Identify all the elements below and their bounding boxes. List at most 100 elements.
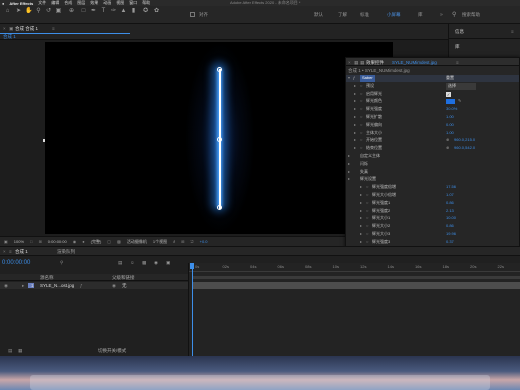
tab-menu-icon[interactable]: ≡ (52, 26, 55, 31)
effect-row[interactable]: ▸ 辉光设置 (346, 176, 519, 183)
workspace-default[interactable]: 默认 (314, 12, 323, 18)
roi-icon[interactable]: ▢ (107, 239, 111, 244)
disclosure-triangle-icon[interactable]: ▸ (360, 215, 362, 222)
show-channel-icon[interactable]: ● (82, 239, 84, 244)
eyedropper-icon[interactable]: ✎ (458, 98, 461, 105)
point-target-icon[interactable]: ⊕ (446, 137, 449, 144)
toggle-switches-modes[interactable]: 切换开关/模式 (98, 348, 126, 354)
type-tool-icon[interactable]: T (100, 8, 107, 15)
effect-row-value[interactable]: 0.00 (446, 122, 454, 129)
disclosure-triangle-icon[interactable]: ▸ (360, 239, 362, 246)
pen-tool-icon[interactable]: ✒ (90, 8, 97, 15)
composition-tab[interactable]: 合成 合成 1 (15, 26, 38, 32)
effect-row[interactable]: ▸ ○ 辉光大小3 19.96 (346, 231, 519, 238)
selection-tool-icon[interactable]: ➤ (15, 8, 22, 15)
composition-canvas[interactable] (45, 42, 393, 234)
effect-row-value[interactable]: 1.00 (446, 114, 454, 121)
camera-dropdown[interactable]: 活动摄像机 (127, 239, 147, 245)
disclosure-triangle-icon[interactable]: ▸ (360, 231, 362, 238)
layer-row[interactable]: ◉ ▸ 1 SYLE_N...ost.jpg ƒ ◉ 无 (0, 282, 188, 289)
brush-tool-icon[interactable]: ✑ (110, 8, 117, 15)
enable-glow-checkbox[interactable]: ✓ (446, 91, 451, 97)
effect-row[interactable]: ▸ 失真 (346, 169, 519, 176)
effect-row[interactable]: ▸ ○ 辉光强度1 0.86 (346, 200, 519, 207)
stopwatch-icon[interactable]: ○ (366, 215, 368, 222)
effect-row[interactable]: ▸ ○ 辉光扩散 1.00 (346, 114, 519, 121)
stopwatch-icon[interactable]: ○ (360, 130, 362, 137)
search-icon[interactable]: ⚲ (452, 11, 456, 18)
point-target-icon[interactable]: ⊕ (446, 145, 449, 152)
effect-controls-layer[interactable]: SYLE_NUMimdest.jpg (392, 60, 437, 65)
disclosure-triangle-icon[interactable]: ▸ (360, 208, 362, 215)
effect-row[interactable]: ▾ ƒ Saber 重置 (346, 75, 519, 82)
library-tab[interactable]: 库 (455, 44, 460, 50)
stopwatch-icon[interactable]: ○ (366, 184, 368, 191)
lock-icon[interactable]: ▦ (354, 60, 358, 66)
parent-link-column[interactable]: 父级和链接 (112, 275, 135, 281)
timeline-search-icon[interactable]: ⚲ (60, 260, 63, 266)
saber-end-point-handle[interactable] (217, 205, 222, 210)
stopwatch-icon[interactable]: ○ (366, 231, 368, 238)
glow-color-swatch[interactable] (446, 99, 455, 105)
effect-row-value[interactable]: 1.07 (446, 192, 454, 199)
timeline-icon[interactable]: ⊞ (181, 239, 184, 244)
timeline-comp-tab[interactable]: 合成 1 (15, 249, 28, 255)
camera-tool-icon[interactable]: ▣ (55, 8, 62, 15)
effect-row[interactable]: ▸ ○ 辉光颜色 ✎ (346, 98, 519, 105)
stopwatch-icon[interactable]: ○ (360, 122, 362, 129)
saber-center-handle[interactable] (217, 137, 222, 142)
effect-row-value[interactable]: 1.00 (446, 130, 454, 137)
saber-start-point-handle[interactable] (217, 67, 222, 72)
fx-switch-icon[interactable]: ƒ (80, 283, 83, 288)
dock[interactable] (30, 375, 490, 390)
effect-row-value[interactable]: 10.00 (446, 215, 456, 222)
stopwatch-icon[interactable]: ○ (366, 223, 368, 230)
close-panel-icon[interactable]: × (348, 60, 351, 65)
effect-row[interactable]: ▸ ○ 结束位置 ⊕ 960.0,542.0 (346, 145, 519, 152)
roto-tool-icon[interactable]: ✪ (142, 8, 149, 15)
disclosure-triangle-icon[interactable]: ▾ (348, 75, 350, 82)
effect-row-value[interactable]: 0.86 (446, 200, 454, 207)
layer-name[interactable]: SYLE_N...ost.jpg (40, 283, 74, 288)
effect-row[interactable]: ▸ ○ 辉光强度 30.0% (346, 106, 519, 113)
effect-row[interactable]: ▸ ○ 辉光大小倍增 1.07 (346, 192, 519, 199)
grid-icon[interactable]: ⊞ (38, 239, 41, 244)
puppet-tool-icon[interactable]: ✿ (153, 8, 160, 15)
disclosure-triangle-icon[interactable]: ▸ (348, 169, 350, 176)
workspace-small-screen[interactable]: 小屏幕 (387, 12, 401, 18)
apple-icon[interactable]: ● (2, 1, 4, 6)
disclosure-triangle-icon[interactable]: ▸ (360, 192, 362, 199)
stopwatch-icon[interactable]: ○ (366, 239, 368, 246)
layer-switches-icon[interactable]: ▤ (8, 348, 12, 354)
stopwatch-icon[interactable]: ○ (360, 83, 362, 90)
fast-preview-icon[interactable]: ∂ (173, 239, 175, 244)
flowchart-icon[interactable]: ⎋ (190, 239, 193, 244)
viewer-timecode[interactable]: 0:00:00:00 (48, 239, 67, 244)
fx-icon[interactable]: ƒ (353, 75, 355, 82)
disclosure-triangle-icon[interactable]: ▸ (348, 176, 350, 183)
visibility-icon[interactable]: ◉ (4, 283, 8, 289)
source-name-column[interactable]: 源名称 (40, 275, 54, 281)
effect-controls-tab[interactable]: 效果控件 (366, 60, 384, 66)
effect-row-value[interactable]: 30.0% (446, 106, 457, 113)
effect-row-value[interactable]: 19.96 (446, 231, 456, 238)
timeline-menu-icon[interactable]: ≡ (9, 249, 12, 254)
effect-row[interactable]: ▸ ○ 辉光强度3 0.37 (346, 239, 519, 246)
disclosure-triangle-icon[interactable]: ▸ (354, 91, 356, 98)
draft-3d-icon[interactable]: ▤ (118, 260, 122, 266)
disclosure-triangle-icon[interactable]: ▸ (354, 106, 356, 113)
time-ruler[interactable]: 0s 02s 04s 06s 08s 10s 12s 14s 16s 18s 20s 22s (189, 263, 520, 272)
frame-blend-icon[interactable]: ▩ (142, 260, 146, 266)
effect-panel-menu-icon[interactable]: ≡ (456, 60, 459, 65)
always-preview-icon[interactable]: ▣ (4, 239, 8, 244)
snap-checkbox[interactable] (190, 12, 195, 17)
effect-row-value[interactable]: 2.13 (446, 208, 454, 215)
disclosure-triangle-icon[interactable]: ▸ (354, 122, 356, 129)
stopwatch-icon[interactable]: ○ (360, 91, 362, 98)
stopwatch-icon[interactable]: ○ (360, 114, 362, 121)
transfer-controls-icon[interactable]: ▦ (18, 348, 22, 354)
transparency-grid-icon[interactable]: ▩ (117, 239, 121, 244)
disclosure-triangle-icon[interactable]: ▸ (348, 161, 350, 168)
shy-icon[interactable]: ☺ (130, 260, 135, 265)
home-icon[interactable]: ⌂ (4, 8, 11, 15)
